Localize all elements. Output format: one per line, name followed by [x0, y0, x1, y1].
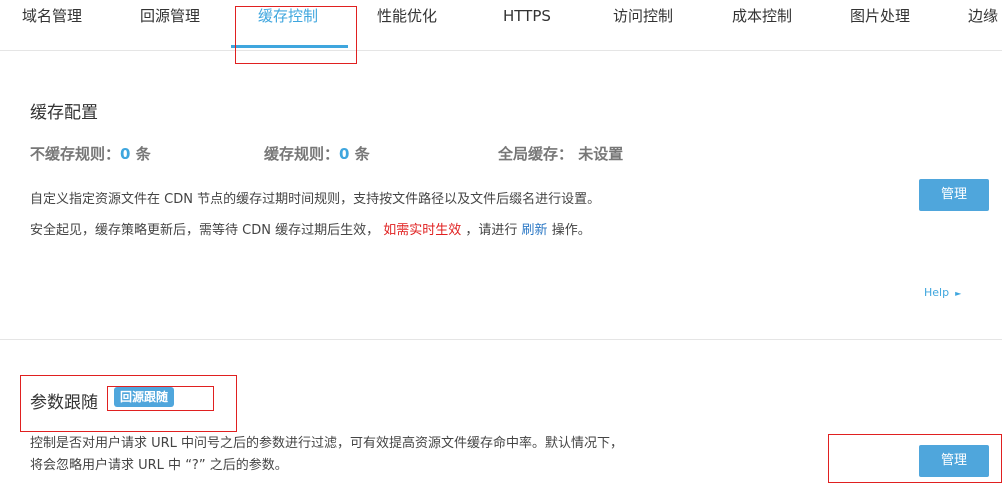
global-cache-label: 全局缓存：: [498, 145, 574, 163]
cache-rules-unit: 条: [354, 145, 370, 163]
notice-text-post: 操作。: [551, 223, 591, 238]
triangle-right-icon: ►: [955, 289, 962, 298]
global-cache-stat: 全局缓存： 未设置: [498, 143, 623, 164]
help-link[interactable]: Help ►: [924, 286, 961, 299]
section-divider: [0, 339, 1002, 340]
tab-https[interactable]: HTTPS: [503, 0, 551, 32]
cache-rules-stat: 缓存规则：0 条: [264, 143, 370, 164]
active-tab-indicator: [231, 45, 348, 48]
tab-cache-control[interactable]: 缓存控制: [258, 0, 318, 32]
no-cache-rules-stat: 不缓存规则：0 条: [30, 143, 151, 164]
param-follow-manage-button[interactable]: 管理: [919, 445, 989, 477]
tab-access-control[interactable]: 访问控制: [613, 0, 673, 32]
refresh-link[interactable]: 刷新: [522, 223, 548, 238]
notice-text-pre: 安全起见，缓存策略更新后，需等待 CDN 缓存过期后生效，: [30, 223, 380, 238]
origin-follow-badge: 回源跟随: [114, 387, 175, 407]
notice-text-mid: ，请进行: [465, 223, 518, 238]
help-link-label: Help: [924, 286, 950, 299]
cache-config-description: 自定义指定资源文件在 CDN 节点的缓存过期时间规则，支持按文件路径以及文件后缀…: [30, 192, 601, 207]
tab-performance[interactable]: 性能优化: [377, 0, 437, 32]
param-follow-description-line2: 将会忽略用户请求 URL 中 “?” 之后的参数。: [30, 458, 288, 473]
tab-cost-control[interactable]: 成本控制: [732, 0, 792, 32]
cache-config-notice: 安全起见，缓存策略更新后，需等待 CDN 缓存过期后生效， 如需实时生效 ，请进…: [30, 219, 591, 238]
global-cache-value: 未设置: [578, 145, 624, 163]
cache-config-title: 缓存配置: [30, 103, 98, 123]
tab-image-processing[interactable]: 图片处理: [850, 0, 910, 32]
cache-rules-label: 缓存规则：: [264, 145, 340, 163]
tab-origin-management[interactable]: 回源管理: [140, 0, 200, 32]
no-cache-rules-unit: 条: [135, 145, 151, 163]
param-follow-description-line1: 控制是否对用户请求 URL 中问号之后的参数进行过滤，可有效提高资源文件缓存命中…: [30, 436, 624, 451]
realtime-warning-text: 如需实时生效: [383, 223, 462, 238]
no-cache-rules-count: 0: [120, 145, 131, 163]
cache-rules-count: 0: [339, 145, 350, 163]
no-cache-rules-label: 不缓存规则：: [30, 145, 121, 163]
tab-domain-management[interactable]: 域名管理: [22, 0, 82, 32]
param-follow-title: 参数跟随: [30, 393, 98, 413]
cache-config-manage-button[interactable]: 管理: [919, 179, 989, 211]
tab-edge[interactable]: 边缘: [968, 0, 998, 32]
tab-bar: 域名管理 回源管理 缓存控制 性能优化 HTTPS 访问控制 成本控制 图片处理…: [0, 0, 1002, 51]
